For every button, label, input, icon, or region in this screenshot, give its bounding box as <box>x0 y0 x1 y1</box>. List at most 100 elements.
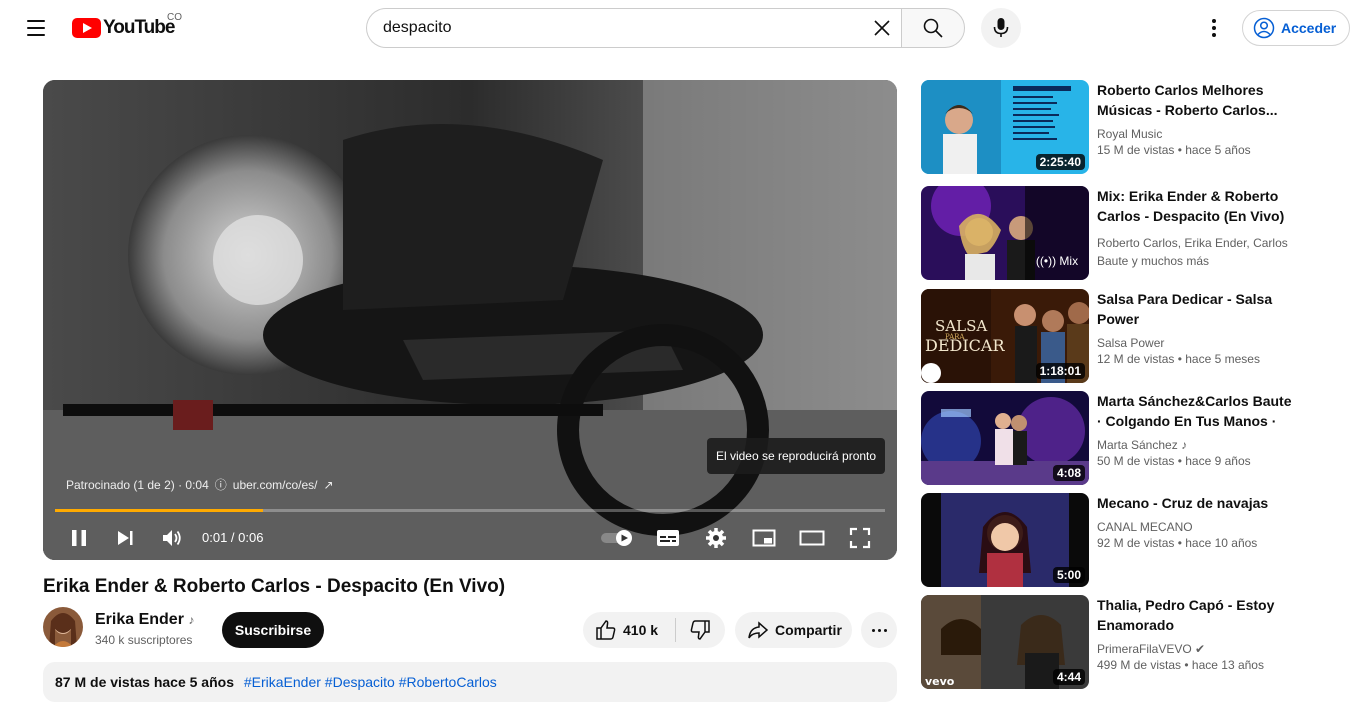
ad-toast: El video se reproducirá pronto <box>707 438 885 474</box>
music-note-icon: ♪ <box>1181 438 1188 452</box>
mix-badge: ((•)) Mix <box>1025 186 1089 280</box>
video-thumbnail[interactable]: 2:25:40 <box>921 80 1089 174</box>
video-title[interactable]: Mecano - Cruz de navajas <box>1097 493 1293 513</box>
like-count: 410 k <box>623 622 659 638</box>
channel-name[interactable]: PrimeraFilaVEVO ✔ <box>1097 640 1297 658</box>
external-link-icon: ↗ <box>323 477 334 492</box>
voice-search-button[interactable] <box>981 8 1021 48</box>
captions-button[interactable] <box>654 524 682 552</box>
video-duration: 2:25:40 <box>1035 154 1085 170</box>
video-title[interactable]: Mix: Erika Ender & Roberto Carlos - Desp… <box>1097 186 1293 226</box>
volume-icon <box>163 530 181 546</box>
mix-label: Mix <box>1059 254 1079 268</box>
video-thumbnail[interactable]: SALSA PARA DEDICAR 1:18:01 <box>921 289 1089 383</box>
channel-avatar[interactable] <box>43 607 83 647</box>
video-title[interactable]: Roberto Carlos Melhores Músicas - Robert… <box>1097 80 1293 120</box>
settings-button[interactable] <box>702 524 730 552</box>
channel-name[interactable]: Royal Music <box>1097 125 1297 143</box>
sponsor-info: Patrocinado (1 de 2) · 0:04 ⓘ uber.com/c… <box>66 476 334 493</box>
subscriber-count: 340 k suscriptores <box>95 633 193 647</box>
theater-icon <box>799 530 825 546</box>
theater-mode-button[interactable] <box>798 524 826 552</box>
related-video-card[interactable]: SALSA PARA DEDICAR 1:18:01 Salsa Para Dedi… <box>921 289 1301 383</box>
signin-button[interactable]: Acceder <box>1242 10 1350 46</box>
youtube-logo[interactable]: YouTube <box>72 17 175 39</box>
sponsor-text: Patrocinado (1 de 2) · 0:04 <box>66 477 209 492</box>
like-button[interactable]: 410 k <box>583 612 675 648</box>
video-duration: 4:08 <box>1052 465 1085 481</box>
verified-icon: ✔ <box>1195 642 1206 656</box>
channel-name[interactable]: Salsa Power <box>1097 334 1297 352</box>
miniplayer-button[interactable] <box>750 524 778 552</box>
search-button[interactable] <box>901 8 965 48</box>
channel-name[interactable]: Erika Ender ♪ <box>95 611 194 629</box>
share-button[interactable]: Compartir <box>735 612 852 648</box>
clear-search-icon[interactable] <box>868 14 896 42</box>
upload-age: hace 5 años <box>1185 143 1251 157</box>
view-count: 92 M de vistas <box>1097 536 1175 550</box>
video-meta: 499 M de vistas • hace 13 años <box>1097 658 1264 672</box>
related-video-card[interactable]: 2:25:40 Roberto Carlos Melhores Músicas … <box>921 80 1301 174</box>
music-note-icon: ♪ <box>188 613 195 627</box>
video-thumbnail[interactable]: ((•)) Mix <box>921 186 1089 280</box>
autoplay-toggle[interactable] <box>600 524 636 552</box>
microphone-icon <box>993 18 1009 37</box>
fullscreen-button[interactable] <box>846 524 874 552</box>
info-icon[interactable]: ⓘ <box>215 476 227 493</box>
video-thumbnail[interactable]: vevo 4:44 <box>921 595 1089 689</box>
video-title: Erika Ender & Roberto Carlos - Despacito… <box>43 576 506 597</box>
sponsor-link[interactable]: uber.com/co/es/ <box>233 478 318 492</box>
video-title[interactable]: Thalia, Pedro Capó - Estoy Enamorado <box>1097 595 1293 635</box>
video-player[interactable]: Patrocinado (1 de 2) · 0:04 ⓘ uber.com/c… <box>43 80 897 560</box>
progress-bar[interactable] <box>55 509 885 512</box>
description-box[interactable]: 87 M de vistas hace 5 años #ErikaEnder #… <box>43 662 897 702</box>
related-video-card[interactable]: 5:00 Mecano - Cruz de navajas CANAL MECA… <box>921 493 1301 587</box>
pause-icon <box>72 530 86 546</box>
upload-age: hace 13 años <box>1191 658 1264 672</box>
player-controls: 0:01 / 0:06 <box>43 516 897 560</box>
miniplayer-icon <box>752 529 776 547</box>
pause-button[interactable] <box>65 524 93 552</box>
share-label: Compartir <box>775 622 842 638</box>
subscribe-button[interactable]: Suscribirse <box>222 612 324 648</box>
channel-name-text: PrimeraFilaVEVO <box>1097 642 1192 656</box>
thumbs-down-icon <box>690 620 710 640</box>
video-title[interactable]: Marta Sánchez&Carlos Baute · Colgando En… <box>1097 391 1293 431</box>
video-duration: 5:00 <box>1052 567 1085 583</box>
youtube-play-icon <box>72 18 101 38</box>
top-bar: YouTube CO Acceder <box>0 0 1366 56</box>
channel-name[interactable]: Roberto Carlos, Erika Ender, Carlos Baut… <box>1097 234 1297 270</box>
autoplay-icon <box>601 530 632 546</box>
video-meta: 50 M de vistas • hace 9 años <box>1097 454 1251 468</box>
related-video-card[interactable]: 4:08 Marta Sánchez&Carlos Baute · Colgan… <box>921 391 1301 485</box>
progress-fill <box>55 509 263 512</box>
signin-label: Acceder <box>1281 20 1337 36</box>
view-count: 15 M de vistas <box>1097 143 1175 157</box>
next-button[interactable] <box>111 524 139 552</box>
thumbs-up-icon <box>596 620 616 640</box>
volume-button[interactable] <box>158 524 186 552</box>
related-mix-card[interactable]: ((•)) Mix Mix: Erika Ender & Roberto Car… <box>921 186 1301 280</box>
channel-name[interactable]: Marta Sánchez ♪ <box>1097 436 1297 454</box>
channel-name[interactable]: CANAL MECANO <box>1097 518 1297 536</box>
svg-text:vevo: vevo <box>925 675 955 688</box>
account-icon <box>1253 17 1275 39</box>
search-input[interactable] <box>383 19 853 37</box>
like-dislike-group: 410 k <box>583 612 725 648</box>
channel-name-text: Erika Ender <box>95 611 184 628</box>
dislike-button[interactable] <box>676 612 724 648</box>
more-actions-button[interactable] <box>861 612 897 648</box>
upload-age: hace 10 años <box>1185 536 1258 550</box>
description-meta: 87 M de vistas hace 5 años <box>55 674 234 690</box>
video-thumbnail[interactable]: 5:00 <box>921 493 1089 587</box>
description-tags[interactable]: #ErikaEnder #Despacito #RobertoCarlos <box>244 674 497 690</box>
video-title[interactable]: Salsa Para Dedicar - Salsa Power <box>1097 289 1293 329</box>
country-code: CO <box>167 12 182 23</box>
video-duration: 1:18:01 <box>1035 363 1085 379</box>
video-meta: 15 M de vistas • hace 5 años <box>1097 143 1251 157</box>
video-meta: 12 M de vistas • hace 5 meses <box>1097 352 1260 366</box>
menu-icon[interactable] <box>20 12 52 44</box>
related-video-card[interactable]: vevo 4:44 Thalia, Pedro Capó - Estoy Ena… <box>921 595 1301 689</box>
settings-menu-icon[interactable] <box>1198 12 1230 44</box>
video-thumbnail[interactable]: 4:08 <box>921 391 1089 485</box>
